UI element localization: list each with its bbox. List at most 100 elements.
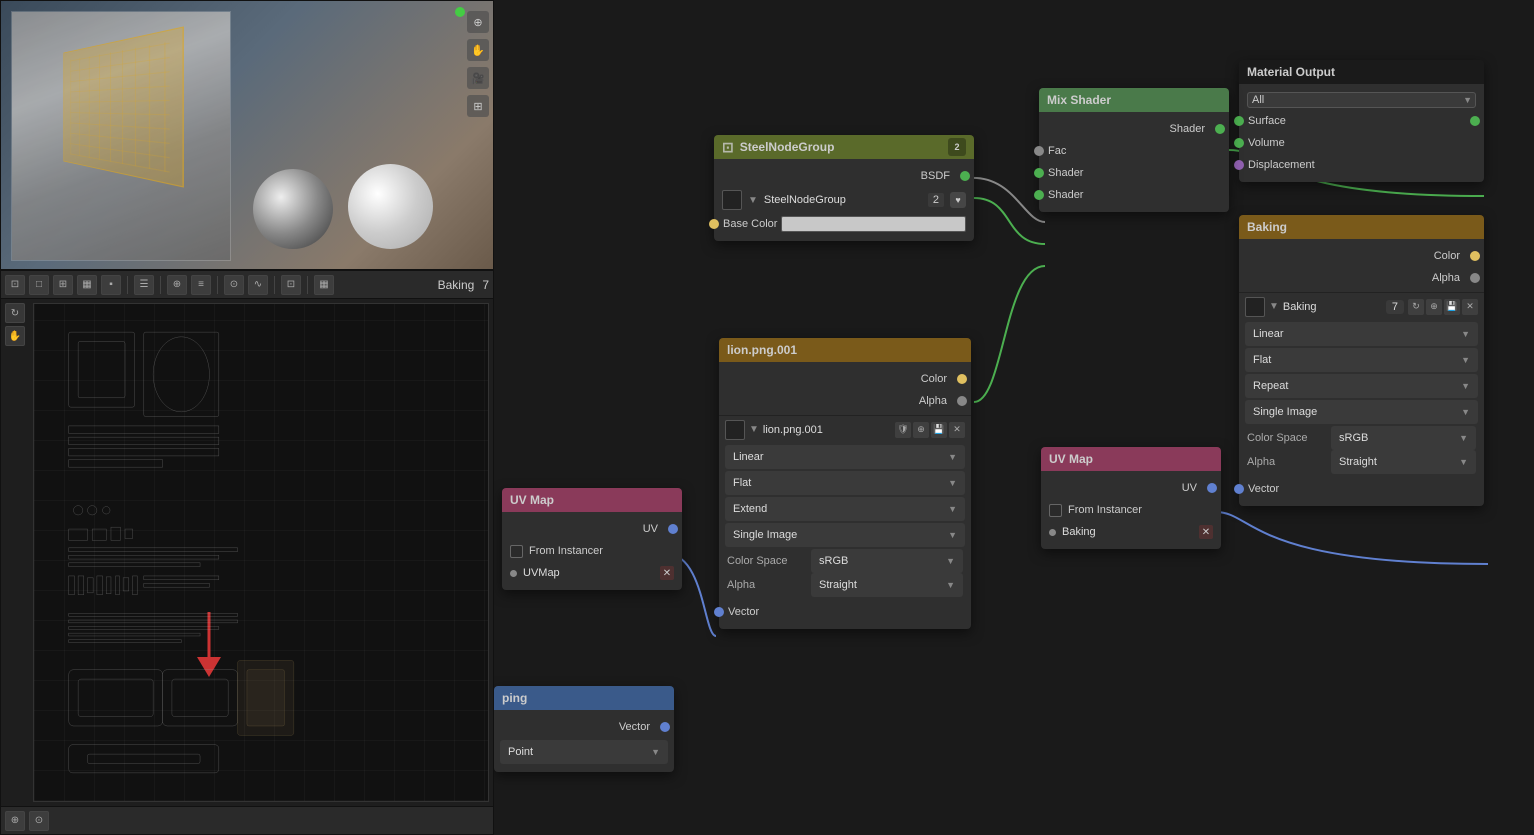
baking-vector-row: Vector: [1239, 478, 1484, 500]
hand-icon[interactable]: ✋: [467, 39, 489, 61]
heart-icon[interactable]: ♥: [950, 192, 966, 208]
toolbar-btn-6[interactable]: ☰: [134, 275, 154, 295]
uv-side-btn-2[interactable]: ✋: [5, 326, 25, 346]
displacement-row: Displacement: [1239, 154, 1484, 176]
mix-shader-out-row: Shader: [1039, 118, 1229, 140]
cursor-btn2[interactable]: ⊙: [29, 811, 49, 831]
lion-alpha-dropdown[interactable]: Straight ▼: [811, 573, 963, 597]
uvmap-left-instancer-label: From Instancer: [529, 545, 603, 557]
lion-ext-dropdown[interactable]: Extend ▼: [725, 497, 965, 521]
baking-copy-btn[interactable]: ⊕: [1426, 299, 1442, 315]
node-steel-header: ⊡ SteelNodeGroup 2: [714, 135, 974, 159]
uvmap-right-name: Baking: [1062, 526, 1096, 538]
node-mix-shader-header: Mix Shader: [1039, 88, 1229, 112]
toolbar-btn-1[interactable]: ⊡: [5, 275, 25, 295]
toolbar-btn-4[interactable]: ▦: [77, 275, 97, 295]
lion-interp-text: Linear: [733, 451, 948, 463]
uvmap-right-remove-btn[interactable]: ✕: [1199, 525, 1213, 539]
baking-ext-text: Repeat: [1253, 380, 1461, 392]
lion-save-btn[interactable]: 💾: [931, 422, 947, 438]
baking-interp-text: Linear: [1253, 328, 1461, 340]
baking-reload-btn[interactable]: ↻: [1408, 299, 1424, 315]
socket-fac: [1034, 146, 1044, 156]
baking-cs-dropdown[interactable]: sRGB ▼: [1331, 426, 1476, 450]
uvmap-left-remove-btn[interactable]: ✕: [660, 566, 674, 580]
toolbar-btn-9[interactable]: ⊙: [224, 275, 244, 295]
baking-color-row: Color: [1239, 245, 1484, 267]
uvmap-right-uv-row: UV: [1041, 477, 1221, 499]
uvmap-left-instancer-check[interactable]: [510, 545, 523, 558]
surface-label: Surface: [1248, 115, 1286, 127]
baking-close-btn[interactable]: ✕: [1462, 299, 1478, 315]
material-output-dropdown[interactable]: All: [1247, 92, 1476, 108]
uvmap-right-instancer-label: From Instancer: [1068, 504, 1142, 516]
baking-alpha-row: Alpha: [1239, 267, 1484, 289]
baking-src-dropdown[interactable]: Single Image ▼: [1245, 400, 1478, 424]
baking-ext-dropdown[interactable]: Repeat ▼: [1245, 374, 1478, 398]
baking-interp-dropdown[interactable]: Linear ▼: [1245, 322, 1478, 346]
baking-vector-label: Vector: [1248, 483, 1279, 495]
cursor-btn[interactable]: ⊕: [5, 811, 25, 831]
baking-alpha-val: Straight: [1339, 456, 1459, 468]
node-bottom-dropdown-text: Point: [508, 746, 651, 758]
grid-icon[interactable]: ⊞: [467, 95, 489, 117]
socket-base-color: [709, 219, 719, 229]
node-uvmap-left: UV Map UV From Instancer UVMap ✕: [502, 488, 682, 590]
toolbar-btn-mode[interactable]: ▦: [314, 275, 334, 295]
uvmap-left-name-row: UVMap ✕: [502, 562, 682, 584]
mirror-sphere: [253, 169, 333, 249]
toolbar-btn-2[interactable]: □: [29, 275, 49, 295]
uv-toolbar: ⊡ □ ⊞ ▦ ▪ ☰ ⊕ ≡ ⊙ ∿ ⊡ ▦ Baking 7: [1, 271, 493, 299]
node-editor: Material Output All ▼ Surface Volume Dis…: [494, 0, 1534, 835]
node-steel-title: SteelNodeGroup: [740, 140, 835, 154]
socket-uvmap-left-out: [668, 524, 678, 534]
node-baking: Baking Color Alpha ▼ Baking 7 ↻ ⊕ 💾: [1239, 215, 1484, 506]
lion-copy-btn[interactable]: ⊕: [913, 422, 929, 438]
toolbar-btn-5[interactable]: ▪: [101, 275, 121, 295]
lion-cs-label: Color Space: [727, 555, 807, 567]
lion-src-dropdown[interactable]: Single Image ▼: [725, 523, 965, 547]
baking-save-btn[interactable]: 💾: [1444, 299, 1460, 315]
lion-close-btn[interactable]: ✕: [949, 422, 965, 438]
node-bottom-dropdown[interactable]: Point ▼: [500, 740, 668, 764]
baking-alpha-dropdown[interactable]: Straight ▼: [1331, 450, 1476, 474]
uvmap-left-instancer-row: From Instancer: [502, 540, 682, 562]
lion-img-thumb: [725, 420, 745, 440]
lion-vector-row: Vector: [719, 601, 971, 623]
zoom-icon[interactable]: ⊕: [467, 11, 489, 33]
steel-badge: 2: [948, 138, 966, 156]
toolbar-btn-11[interactable]: ⊡: [281, 275, 301, 295]
baking-proj-dropdown[interactable]: Flat ▼: [1245, 348, 1478, 372]
toolbar-btn-3[interactable]: ⊞: [53, 275, 73, 295]
camera-icon[interactable]: 🎥: [467, 67, 489, 89]
uvmap-right-instancer-check[interactable]: [1049, 504, 1062, 517]
baking-num: 7: [482, 278, 489, 292]
toolbar-btn-7[interactable]: ⊕: [167, 275, 187, 295]
socket-surface-in: [1234, 116, 1244, 126]
node-uvmap-right-header: UV Map: [1041, 447, 1221, 471]
lion-shield-btn[interactable]: 🛡: [895, 422, 911, 438]
base-color-swatch[interactable]: [781, 216, 966, 232]
lion-ext-text: Extend: [733, 503, 948, 515]
fac-label: Fac: [1048, 145, 1066, 157]
viewport-panel: ⊕ ✋ 🎥 ⊞: [0, 0, 494, 270]
baking-cs-val: sRGB: [1339, 432, 1459, 444]
uvmap-right-bullet: [1049, 529, 1056, 536]
node-lion-png: lion.png.001 Color Alpha ▼ lion.png.001 …: [719, 338, 971, 629]
node-baking-title: Baking: [1247, 220, 1287, 234]
white-sphere: [348, 164, 433, 249]
lion-cs-val: sRGB: [819, 555, 946, 567]
toolbar-btn-10[interactable]: ∿: [248, 275, 268, 295]
toolbar-btn-8[interactable]: ≡: [191, 275, 211, 295]
baking-alpha-label2: Alpha: [1247, 456, 1327, 468]
uv-side-btn-1[interactable]: ↻: [5, 303, 25, 323]
lion-color-label: Color: [921, 373, 947, 385]
node-material-output: Material Output All ▼ Surface Volume Dis…: [1239, 60, 1484, 182]
lion-cs-dropdown[interactable]: sRGB ▼: [811, 549, 963, 573]
lion-alpha-val: Straight: [819, 579, 946, 591]
lion-interp-dropdown[interactable]: Linear ▼: [725, 445, 965, 469]
lion-proj-dropdown[interactable]: Flat ▼: [725, 471, 965, 495]
socket-volume: [1234, 138, 1244, 148]
viewport-icons: ⊕ ✋ 🎥 ⊞: [467, 11, 489, 117]
lion-alpha-label: Alpha: [919, 395, 947, 407]
